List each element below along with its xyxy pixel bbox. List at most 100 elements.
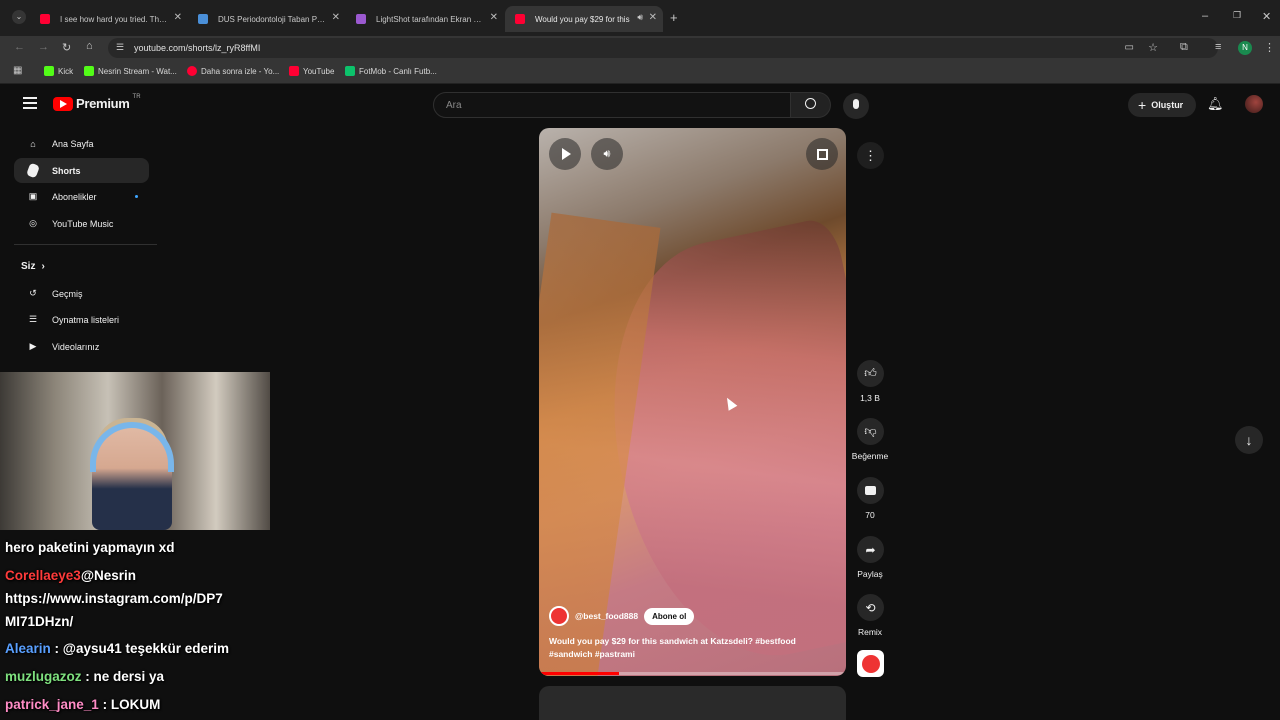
back-icon[interactable]: ← (14, 41, 25, 53)
sidebar-item-youtube-music[interactable]: ◎ YouTube Music (14, 211, 149, 236)
like-button[interactable]: 👍︎ (857, 360, 884, 387)
sidebar-item-playlists[interactable]: ☰ Oynatma listeleri (14, 307, 149, 332)
play-icon (562, 148, 571, 160)
chat-message: https://www.instagram.com/p/DP7 (5, 591, 223, 606)
dislike-button[interactable]: 👎︎ (857, 418, 884, 445)
close-tab-icon[interactable]: ✕ (174, 12, 182, 23)
tab-list-icon[interactable]: ⌄ (12, 10, 26, 24)
bookmark-item[interactable]: FotMob - Canlı Futb... (345, 66, 437, 76)
fullscreen-button[interactable] (806, 138, 838, 170)
channel-logo-icon (861, 654, 880, 673)
chat-message-text: @Nesrin (80, 568, 136, 583)
video-caption[interactable]: Would you pay $29 for this sandwich at K… (549, 635, 829, 661)
account-avatar[interactable] (1245, 95, 1263, 113)
bookmark-label: Nesrin Stream - Wat... (98, 66, 177, 76)
video-progress-bar[interactable] (539, 672, 846, 675)
chevron-right-icon: › (41, 261, 45, 272)
chat-username: Alearin (5, 641, 51, 656)
youtube-logo[interactable]: Premium TR (53, 94, 141, 111)
remix-button[interactable]: ⟲ (857, 594, 884, 621)
share-arrow-icon: ➦ (865, 542, 876, 557)
minimize-icon[interactable]: – (1202, 10, 1208, 22)
subscriptions-icon: ▣ (28, 191, 38, 201)
reload-icon[interactable]: ↻ (62, 41, 71, 54)
restore-icon[interactable]: ❐ (1233, 10, 1241, 21)
sidebar-item-shorts[interactable]: Shorts (14, 158, 149, 183)
forward-icon[interactable]: → (38, 41, 49, 53)
channel-name[interactable]: @best_food888 (575, 611, 638, 621)
chat-message: Corellaeye3@Nesrin (5, 568, 136, 583)
notifications-bell-icon[interactable]: 🔔︎ (1207, 96, 1224, 112)
site-info-icon[interactable]: ☰ (116, 42, 124, 53)
shorts-video-player[interactable]: 🔊︎ @best_food888 Abone ol Would you pay … (539, 128, 846, 676)
chat-message-text: hero paketini yapmayın xd (5, 540, 175, 555)
apps-grid-icon[interactable]: ▦ (13, 65, 22, 76)
share-button[interactable]: ➦ (857, 536, 884, 563)
bookmark-item[interactable]: YouTube (289, 66, 334, 76)
sidebar-you-heading[interactable]: Siz › (14, 254, 149, 279)
sound-source-thumbnail[interactable] (857, 650, 884, 677)
audio-playing-icon[interactable]: 🔊︎ (637, 12, 643, 23)
install-app-icon[interactable]: ▭ (1125, 42, 1134, 53)
search-button[interactable] (791, 92, 831, 118)
history-icon: ↺ (29, 288, 37, 298)
bookmark-label: YouTube (303, 66, 335, 76)
profile-avatar[interactable]: N (1238, 41, 1252, 55)
media-controls-icon[interactable]: ≡ (1215, 41, 1221, 53)
microphone-icon (853, 99, 859, 109)
channel-row: @best_food888 Abone ol (549, 606, 695, 626)
shorts-icon (14, 162, 52, 179)
close-tab-icon[interactable]: ✕ (332, 12, 340, 23)
sidebar-item-label: Shorts (52, 165, 81, 176)
chat-message: muzlugazoz : ne dersi ya (5, 669, 164, 684)
like-count: 1,3 B (860, 393, 880, 403)
bookmark-item[interactable]: Daha sonra izle - Yo... (187, 66, 279, 76)
youtube-icon (289, 66, 299, 76)
sidebar-divider (14, 244, 157, 245)
browser-tab[interactable]: DUS Periodontoloji Taban Puan... ✕ (188, 6, 346, 32)
video-progress-fill (539, 672, 619, 675)
home-button-icon[interactable]: ⌂ (86, 40, 93, 52)
fullscreen-icon (816, 148, 828, 160)
your-videos-icon: ▶ (29, 341, 37, 351)
youtube-header: Premium TR Ara + Oluştur 🔔︎ (0, 85, 1280, 125)
hamburger-menu-icon[interactable] (23, 97, 37, 109)
menu-kebab-icon[interactable]: ⋮ (1264, 41, 1275, 54)
channel-avatar[interactable] (549, 606, 569, 626)
address-bar[interactable]: ☰ youtube.com/shorts/lz_ryR8ffMI ▭ ☆ (108, 38, 1218, 58)
chat-username: patrick_jane_1 (5, 697, 99, 712)
sidebar-item-label: Abonelikler (52, 191, 97, 202)
sidebar-item-label: Geçmiş (52, 288, 83, 299)
bookmark-star-icon[interactable]: ☆ (1148, 41, 1158, 54)
browser-tab-active[interactable]: Would you pay $29 for this 🔊︎ ✕ (505, 6, 663, 32)
site-favicon-icon (198, 14, 208, 24)
voice-search-button[interactable] (843, 93, 869, 119)
bookmark-item[interactable]: Nesrin Stream - Wat... (84, 66, 177, 76)
more-options-button[interactable]: ⋮ (857, 142, 884, 169)
mute-button[interactable]: 🔊︎ (591, 138, 623, 170)
close-window-icon[interactable]: ✕ (1262, 10, 1271, 23)
play-button[interactable] (549, 138, 581, 170)
new-tab-icon[interactable]: + (670, 10, 678, 25)
tab-label: I see how hard you tried. That m (60, 14, 170, 24)
search-input[interactable]: Ara (433, 92, 791, 118)
share-label: Paylaş (857, 569, 883, 579)
browser-tab[interactable]: LightShot tarafından Ekran Gör... ✕ (346, 6, 504, 32)
next-short-button[interactable]: ↓ (1235, 426, 1263, 454)
sidebar-item-subscriptions[interactable]: ▣ Abonelikler (14, 184, 149, 209)
sidebar-item-your-videos[interactable]: ▶ Videolarınız (14, 334, 149, 359)
comments-button[interactable] (857, 477, 884, 504)
youtube-favicon-icon (40, 14, 50, 24)
create-button[interactable]: + Oluştur (1128, 93, 1196, 117)
close-tab-icon[interactable]: ✕ (490, 12, 498, 23)
extensions-icon[interactable]: ⧉ (1180, 41, 1188, 54)
browser-tab[interactable]: I see how hard you tried. That m ✕ (30, 6, 188, 32)
sidebar-item-home[interactable]: ⌂ Ana Sayfa (14, 131, 149, 156)
thumbs-down-icon: 👎︎ (864, 424, 877, 438)
close-tab-icon[interactable]: ✕ (649, 12, 657, 23)
chat-message-text: : ne dersi ya (85, 669, 165, 684)
subscribe-button[interactable]: Abone ol (644, 607, 695, 625)
sidebar-item-history[interactable]: ↺ Geçmiş (14, 281, 149, 306)
bookmark-item[interactable]: Kick (44, 66, 73, 76)
address-bar-url: youtube.com/shorts/lz_ryR8ffMI (134, 43, 261, 53)
